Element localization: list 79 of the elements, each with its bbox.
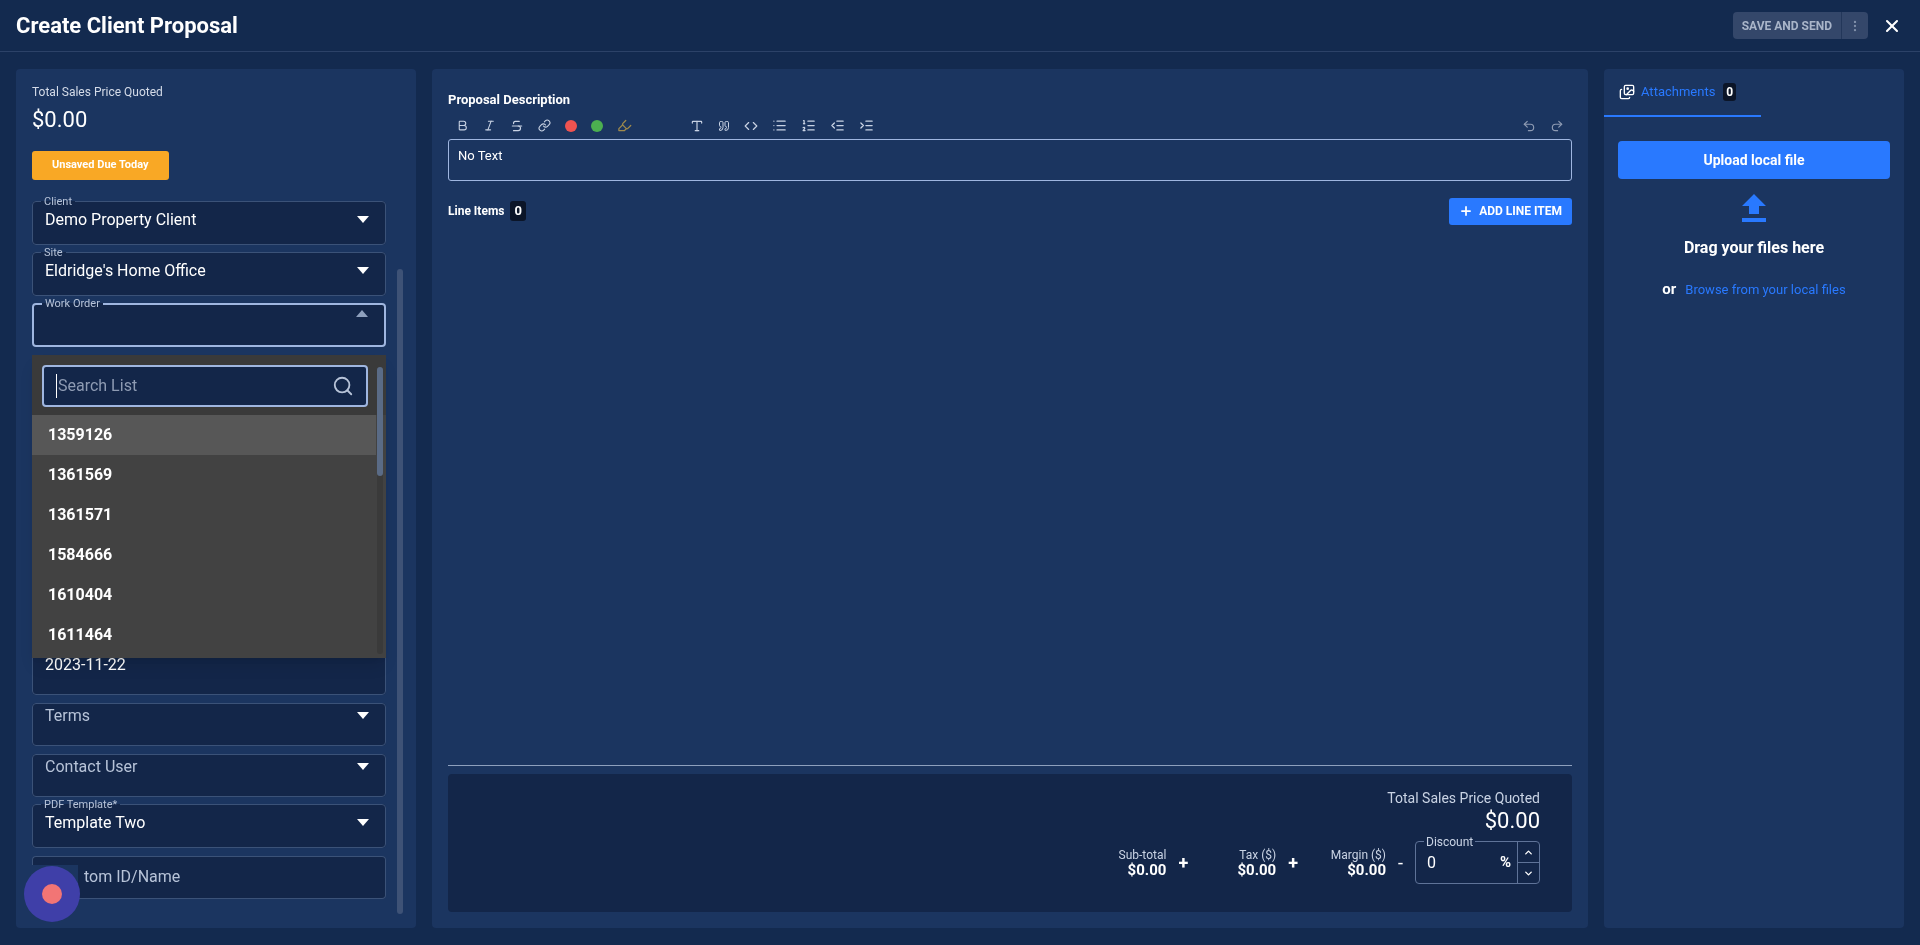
search-field[interactable]: Search List [42, 364, 368, 407]
quote-icon[interactable] [718, 119, 730, 132]
section-title: Proposal Description [448, 91, 572, 109]
caret-down-icon [357, 763, 369, 770]
total-part-label: Margin ($) [1330, 847, 1386, 862]
select-field[interactable]: Contact User [32, 753, 386, 797]
field-label: Client [43, 195, 73, 208]
field-value: Demo Property Client [45, 208, 198, 231]
or-text: or [1662, 279, 1677, 300]
field-value: 0 [1426, 851, 1437, 874]
indent-icon[interactable] [859, 118, 874, 133]
dropdown-option[interactable]: 1610404 [32, 574, 376, 615]
editor-text: No Text [458, 147, 503, 163]
select-field[interactable]: PDF Template* Template Two [32, 798, 386, 848]
field-label: Site [43, 246, 64, 259]
field-placeholder: Terms [45, 704, 91, 727]
operator-sign: - [1398, 851, 1403, 875]
field-placeholder: tom ID/Name [83, 866, 181, 888]
unit-label: % [1499, 852, 1512, 874]
dropdown-option[interactable]: 1361571 [32, 494, 376, 535]
total-part-value: $0.00 [1347, 862, 1386, 878]
operator-sign: + [1178, 851, 1189, 875]
operator-sign: + [1288, 851, 1298, 875]
caret-up-icon [356, 309, 368, 317]
field-value: Eldridge's Home Office [45, 259, 207, 282]
link-icon[interactable] [538, 119, 551, 132]
caret-down-icon [357, 819, 369, 826]
caret-down-icon [357, 712, 369, 719]
caret-down-icon [357, 267, 369, 274]
upload-icon [1741, 194, 1767, 222]
field-border [32, 855, 78, 865]
images-icon [1619, 84, 1635, 100]
total-part-value: $0.00 [1127, 862, 1167, 878]
numbered-list-icon[interactable] [801, 118, 816, 133]
select-field[interactable]: Client Demo Property Client [32, 195, 386, 245]
search-icon [332, 374, 354, 397]
attachments-tab[interactable]: Attachments 0 [1604, 69, 1761, 117]
italic-icon[interactable] [483, 119, 496, 132]
dropdown-option[interactable]: 1359126 [32, 414, 376, 455]
line-items-label: Line Items [448, 203, 505, 220]
text-color-icon[interactable] [565, 119, 577, 132]
description-editor[interactable]: No Text [448, 138, 1572, 181]
field-label: Work Order [44, 297, 101, 310]
field-value: Template Two [45, 811, 147, 834]
count-badge: 0 [510, 201, 526, 221]
total-amount: $0.00 [1484, 809, 1540, 833]
dropdown-option[interactable]: 1584666 [32, 534, 376, 575]
total-part-label: Sub-total [1118, 847, 1167, 862]
bullet-list-icon[interactable] [772, 118, 787, 133]
select-field[interactable]: Work Order [32, 297, 386, 347]
summary-amount: $0.00 [32, 106, 89, 134]
outdent-icon[interactable] [830, 118, 845, 133]
total-label: Total Sales Price Quoted [1387, 789, 1540, 808]
upload-button[interactable]: Upload local file [1618, 141, 1890, 179]
add-line-item-button[interactable]: ADD LINE ITEM [1449, 197, 1572, 225]
redo-icon[interactable] [1550, 118, 1564, 133]
field-label: PDF Template* [43, 798, 119, 811]
total-part-label: Tax ($) [1239, 847, 1277, 862]
font-size-icon[interactable] [690, 118, 704, 133]
input-field[interactable]: tom ID/Name [78, 855, 386, 899]
highlighter-icon[interactable] [617, 118, 632, 133]
strikethrough-icon[interactable] [510, 118, 524, 133]
search-placeholder: Search List [56, 373, 332, 398]
background-color-icon[interactable] [591, 119, 603, 132]
field-placeholder: Contact User [45, 755, 139, 778]
field-value: 2023-11-22 [45, 653, 127, 676]
drop-zone-text: Drag your files here [1683, 237, 1825, 259]
caret-down-icon [357, 216, 369, 223]
bold-icon[interactable] [456, 119, 469, 132]
plus-icon [1459, 204, 1474, 218]
select-field[interactable]: Site Eldridge's Home Office [32, 246, 386, 296]
total-part-value: $0.00 [1237, 862, 1277, 878]
chat-bubble-button[interactable] [24, 866, 80, 922]
undo-icon[interactable] [1522, 118, 1536, 133]
status-badge: Unsaved Due Today [32, 151, 169, 180]
select-field[interactable]: Terms [32, 702, 386, 746]
summary-label: Total Sales Price Quoted [32, 84, 164, 101]
dropdown-option[interactable]: 1361569 [32, 454, 376, 495]
window-title: Create Client Proposal [16, 12, 239, 40]
